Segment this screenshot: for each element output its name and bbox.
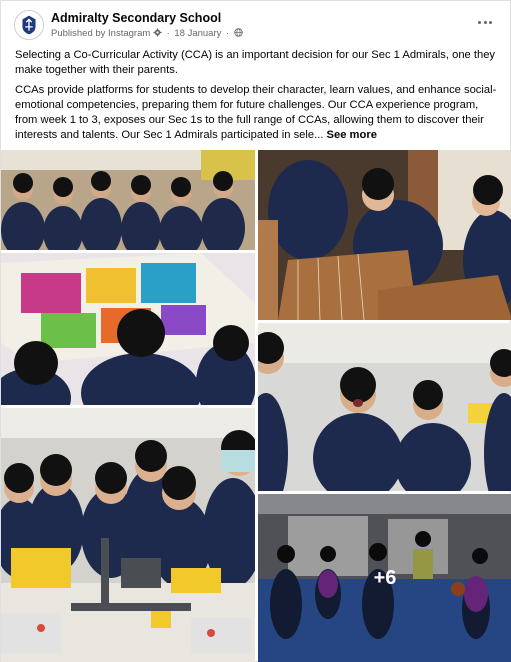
more-photos-overlay[interactable]: +6 (258, 494, 511, 662)
post-meta: Published by Instagram · 18 January · (51, 28, 243, 39)
photo-singing-students[interactable] (258, 323, 511, 491)
post-paragraph-2-text: CCAs provide platforms for students to d… (15, 84, 497, 141)
photo-board-game[interactable] (1, 253, 255, 405)
photo-robotics-team[interactable] (1, 408, 255, 662)
photo-classroom-group[interactable] (1, 150, 255, 250)
more-options-icon[interactable] (474, 13, 496, 31)
see-more-link[interactable]: See more (327, 129, 377, 141)
more-photos-count: +6 (373, 567, 397, 589)
post-paragraph-1: Selecting a Co-Curricular Activity (CCA)… (15, 49, 496, 76)
photo-basketball-more[interactable]: +6 (258, 494, 511, 662)
photo-guzheng-players[interactable] (258, 150, 511, 320)
page-avatar[interactable] (14, 10, 44, 40)
facebook-post: Admiralty Secondary School Published by … (0, 0, 511, 662)
post-header: Admiralty Secondary School Published by … (1, 1, 510, 45)
post-date[interactable]: 18 January (174, 28, 221, 39)
gear-icon (153, 28, 162, 37)
school-crest-icon (15, 11, 43, 39)
page-name[interactable]: Admiralty Secondary School (51, 11, 221, 25)
photo-grid: +6 (1, 150, 511, 662)
post-paragraph-2: CCAs provide platforms for students to d… (15, 83, 499, 143)
published-by: Published by Instagram (51, 28, 151, 39)
globe-icon (234, 28, 243, 37)
